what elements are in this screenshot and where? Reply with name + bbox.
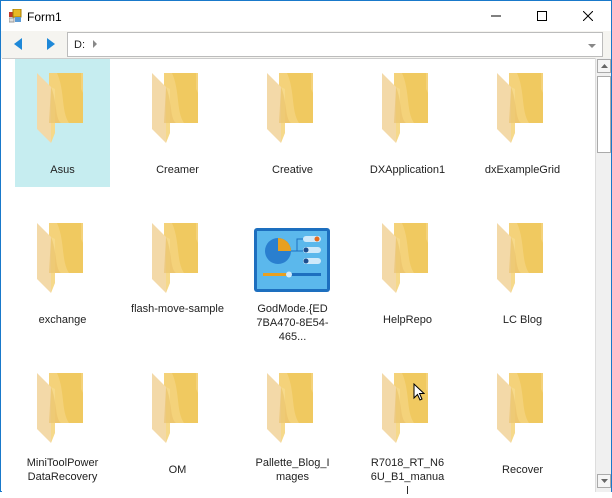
- file-item-label: Pallette_Blog_Images: [255, 457, 330, 483]
- folder-icon: [37, 373, 83, 443]
- mouse-cursor-icon: [413, 383, 425, 401]
- scroll-thumb[interactable]: [597, 76, 611, 153]
- file-item[interactable]: Creative: [245, 59, 340, 187]
- scroll-down-button[interactable]: [597, 474, 611, 488]
- app-icon: [9, 9, 22, 23]
- file-item-label: DXApplication1: [369, 164, 446, 176]
- toolbar: D:: [1, 31, 611, 58]
- folder-icon: [37, 73, 83, 143]
- file-item-label: MiniToolPowerDataRecovery: [26, 457, 99, 483]
- file-item[interactable]: LC Blog: [475, 209, 570, 337]
- forward-button[interactable]: [43, 36, 59, 52]
- file-item[interactable]: HelpRepo: [360, 209, 455, 337]
- file-item[interactable]: Recover: [475, 359, 570, 487]
- file-item-label: LC Blog: [502, 314, 543, 326]
- control-panel-icon: [254, 228, 330, 292]
- back-button[interactable]: [10, 36, 26, 52]
- forward-arrow-icon: [47, 38, 55, 50]
- file-item[interactable]: DXApplication1: [360, 59, 455, 187]
- vertical-scrollbar[interactable]: [595, 58, 611, 492]
- file-item-label: Creamer: [156, 164, 199, 176]
- file-item-label: dxExampleGrid: [484, 164, 561, 176]
- file-item[interactable]: Pallette_Blog_Images: [245, 359, 340, 487]
- title-bar[interactable]: Form1: [1, 1, 611, 31]
- folder-icon: [267, 73, 313, 143]
- dropdown-arrow-icon[interactable]: [588, 44, 596, 48]
- file-item-label: exchange: [38, 314, 87, 326]
- file-item[interactable]: exchange: [15, 209, 110, 337]
- file-item[interactable]: dxExampleGrid: [475, 59, 570, 187]
- breadcrumb-drive[interactable]: D:: [74, 39, 85, 51]
- folder-icon: [382, 223, 428, 293]
- file-item-label: GodMode.{ED7BA470-8E54-465...: [256, 303, 329, 343]
- file-item-label: Asus: [50, 164, 75, 176]
- file-item-label: OM: [168, 464, 187, 476]
- scroll-up-button[interactable]: [597, 59, 611, 73]
- folder-icon: [497, 223, 543, 293]
- file-item-label: HelpRepo: [383, 314, 432, 326]
- file-item-label: Recover: [502, 464, 543, 476]
- file-item[interactable]: Asus: [15, 59, 110, 187]
- breadcrumb[interactable]: D:: [67, 32, 603, 57]
- folder-icon: [382, 73, 428, 143]
- file-item[interactable]: GodMode.{ED7BA470-8E54-465...: [245, 209, 340, 343]
- file-item[interactable]: MiniToolPowerDataRecovery: [15, 359, 110, 487]
- file-item-label: flash-move-sample: [131, 303, 224, 315]
- file-item[interactable]: OM: [130, 359, 225, 487]
- window-title: Form1: [27, 10, 62, 24]
- back-arrow-icon: [14, 38, 22, 50]
- minimize-button[interactable]: [473, 1, 519, 31]
- folder-icon: [37, 223, 83, 293]
- folder-icon: [497, 373, 543, 443]
- folder-icon: [152, 73, 198, 143]
- file-item[interactable]: Creamer: [130, 59, 225, 187]
- file-item-label: Creative: [272, 164, 313, 176]
- file-item[interactable]: R7018_RT_N66U_B1_manual: [360, 359, 455, 497]
- file-item[interactable]: flash-move-sample: [130, 209, 225, 337]
- folder-icon: [152, 223, 198, 293]
- maximize-button[interactable]: [519, 1, 565, 31]
- close-button[interactable]: [565, 1, 611, 31]
- folder-icon: [267, 373, 313, 443]
- window: Form1 D: Asus Creamer Creative DXApplicatio…: [0, 0, 612, 497]
- folder-icon: [152, 373, 198, 443]
- file-grid: Asus Creamer Creative DXApplication1 dxExamp…: [2, 58, 595, 497]
- breadcrumb-separator-icon[interactable]: [93, 40, 97, 48]
- folder-icon: [497, 73, 543, 143]
- folder-icon: [382, 373, 428, 443]
